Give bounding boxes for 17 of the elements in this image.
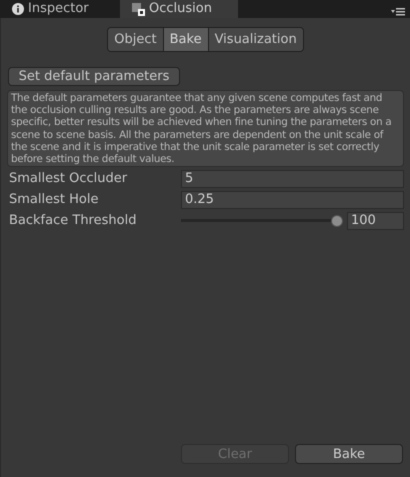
mode-tab[interactable]: Object [108, 28, 164, 51]
slider-thumb[interactable] [331, 215, 343, 228]
field-label: Smallest Hole [8, 191, 100, 210]
mode-tab[interactable]: Bake [164, 28, 209, 51]
help-text: The default parameters guarantee that any given scene computes fast and the occlusion culling results are good. As the parameters are always scene specific, better results will be achieved when fine tuning the parameters on a scene to scene basis. All the parameters are dependent on the unit scale of the scene and it is imperative that the unit scale parameter is set correctly before setting the default values. [7, 90, 404, 168]
number-field[interactable]: 0.25 [181, 191, 404, 210]
set-default-button[interactable]: Set default parameters [8, 67, 180, 86]
field-label: Backface Threshold [8, 212, 138, 230]
occlusion-icon [132, 2, 145, 16]
field-label: Smallest Occluder [8, 170, 128, 188]
mode-tab[interactable]: Visualization [208, 28, 303, 51]
info-icon [12, 3, 24, 15]
window-tab[interactable]: Occlusion [120, 0, 238, 18]
action-button[interactable]: Bake [295, 444, 403, 464]
number-field[interactable]: 100 [347, 212, 404, 230]
number-field[interactable]: 5 [181, 170, 404, 188]
menu-icon[interactable] [391, 8, 405, 16]
